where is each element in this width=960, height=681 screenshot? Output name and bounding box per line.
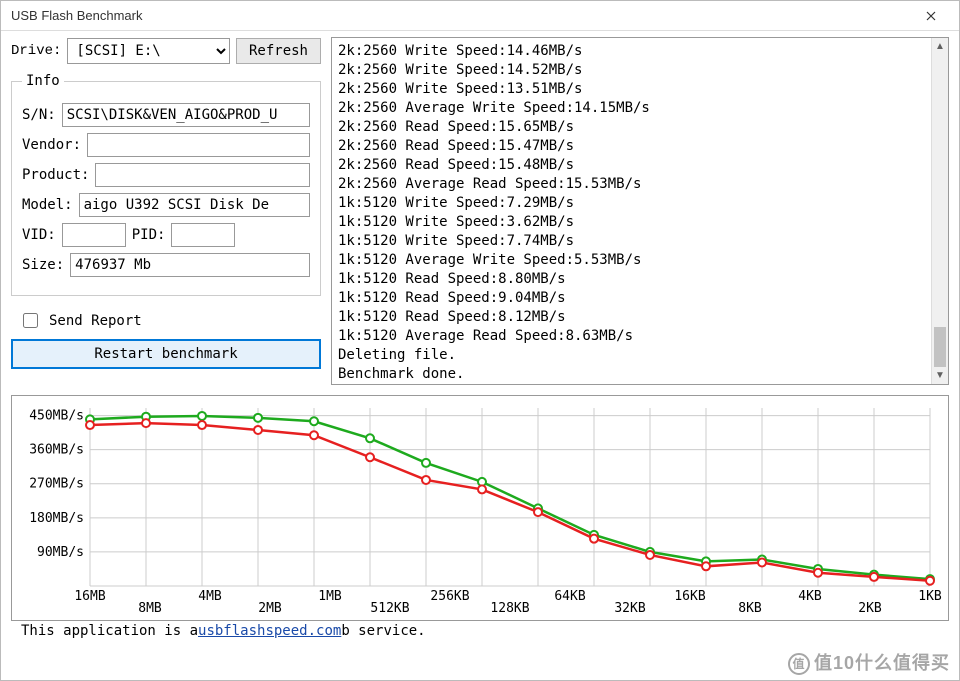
client-area: Drive: [SCSI] E:\ Refresh Info S/N: Vend… xyxy=(1,31,959,680)
close-button[interactable] xyxy=(911,1,951,31)
vid-input[interactable] xyxy=(62,223,126,247)
log-text[interactable]: 2k:2560 Write Speed:14.46MB/s 2k:2560 Wr… xyxy=(332,38,931,384)
titlebar: USB Flash Benchmark xyxy=(1,1,959,31)
model-input[interactable] xyxy=(79,193,310,217)
send-report-label: Send Report xyxy=(49,313,142,329)
svg-text:90MB/s: 90MB/s xyxy=(37,545,84,560)
refresh-button[interactable]: Refresh xyxy=(236,38,321,64)
chart-box: 90MB/s 180MB/s 270MB/s 360MB/s 450MB/s 16MB 8M… xyxy=(11,395,949,621)
vendor-label: Vendor: xyxy=(22,137,81,153)
vendor-field: Vendor: xyxy=(22,133,310,157)
scroll-thumb[interactable] xyxy=(934,327,946,367)
send-report-checkbox[interactable] xyxy=(23,313,38,328)
svg-text:1KB: 1KB xyxy=(918,589,942,604)
product-input[interactable] xyxy=(95,163,310,187)
restart-benchmark-button[interactable]: Restart benchmark xyxy=(11,339,321,369)
svg-text:4KB: 4KB xyxy=(798,589,822,604)
vid-label: VID: xyxy=(22,227,56,243)
product-label: Product: xyxy=(22,167,89,183)
info-group: Info S/N: Vendor: Product: Model: xyxy=(11,73,321,296)
footer: This application is a usbflashspeed.com … xyxy=(11,621,949,643)
close-icon xyxy=(926,11,936,21)
svg-text:128KB: 128KB xyxy=(490,601,529,616)
vidpid-field: VID: PID: xyxy=(22,223,310,247)
svg-text:2MB: 2MB xyxy=(258,601,282,616)
left-column: Drive: [SCSI] E:\ Refresh Info S/N: Vend… xyxy=(11,37,321,385)
svg-text:8MB: 8MB xyxy=(138,601,162,616)
sn-field: S/N: xyxy=(22,103,310,127)
scroll-track[interactable] xyxy=(932,55,948,367)
footer-link[interactable]: usbflashspeed.com xyxy=(198,623,341,639)
svg-text:4MB: 4MB xyxy=(198,589,222,604)
log-box: 2k:2560 Write Speed:14.46MB/s 2k:2560 Wr… xyxy=(331,37,949,385)
svg-text:512KB: 512KB xyxy=(370,601,409,616)
top-row: Drive: [SCSI] E:\ Refresh Info S/N: Vend… xyxy=(11,37,949,385)
scroll-up-icon[interactable]: ▲ xyxy=(932,38,948,55)
vendor-input[interactable] xyxy=(87,133,310,157)
model-field: Model: xyxy=(22,193,310,217)
svg-text:32KB: 32KB xyxy=(614,601,645,616)
size-field: Size: xyxy=(22,253,310,277)
size-label: Size: xyxy=(22,257,64,273)
svg-text:256KB: 256KB xyxy=(430,589,469,604)
scrollbar[interactable]: ▲ ▼ xyxy=(931,38,948,384)
footer-pre: This application is a xyxy=(21,623,198,639)
svg-text:270MB/s: 270MB/s xyxy=(29,477,84,492)
svg-text:360MB/s: 360MB/s xyxy=(29,443,84,458)
size-input[interactable] xyxy=(70,253,310,277)
send-report-row[interactable]: Send Report xyxy=(11,306,321,339)
benchmark-chart: 90MB/s 180MB/s 270MB/s 360MB/s 450MB/s 16MB 8M… xyxy=(16,400,944,616)
window-title: USB Flash Benchmark xyxy=(11,8,911,23)
window: USB Flash Benchmark Drive: [SCSI] E:\ Re… xyxy=(0,0,960,681)
svg-text:450MB/s: 450MB/s xyxy=(29,409,84,424)
footer-post: b service. xyxy=(341,623,425,639)
product-field: Product: xyxy=(22,163,310,187)
svg-text:64KB: 64KB xyxy=(554,589,585,604)
svg-text:1MB: 1MB xyxy=(318,589,342,604)
drive-select[interactable]: [SCSI] E:\ xyxy=(67,38,230,64)
drive-row: Drive: [SCSI] E:\ Refresh xyxy=(11,37,321,65)
drive-label: Drive: xyxy=(11,43,61,59)
svg-text:8KB: 8KB xyxy=(738,601,762,616)
svg-text:180MB/s: 180MB/s xyxy=(29,511,84,526)
svg-text:2KB: 2KB xyxy=(858,601,882,616)
model-label: Model: xyxy=(22,197,73,213)
pid-label: PID: xyxy=(132,227,166,243)
svg-text:16MB: 16MB xyxy=(74,589,105,604)
sn-label: S/N: xyxy=(22,107,56,123)
scroll-down-icon[interactable]: ▼ xyxy=(932,367,948,384)
sn-input[interactable] xyxy=(62,103,310,127)
svg-text:16KB: 16KB xyxy=(674,589,705,604)
pid-input[interactable] xyxy=(171,223,235,247)
info-legend: Info xyxy=(22,73,64,89)
